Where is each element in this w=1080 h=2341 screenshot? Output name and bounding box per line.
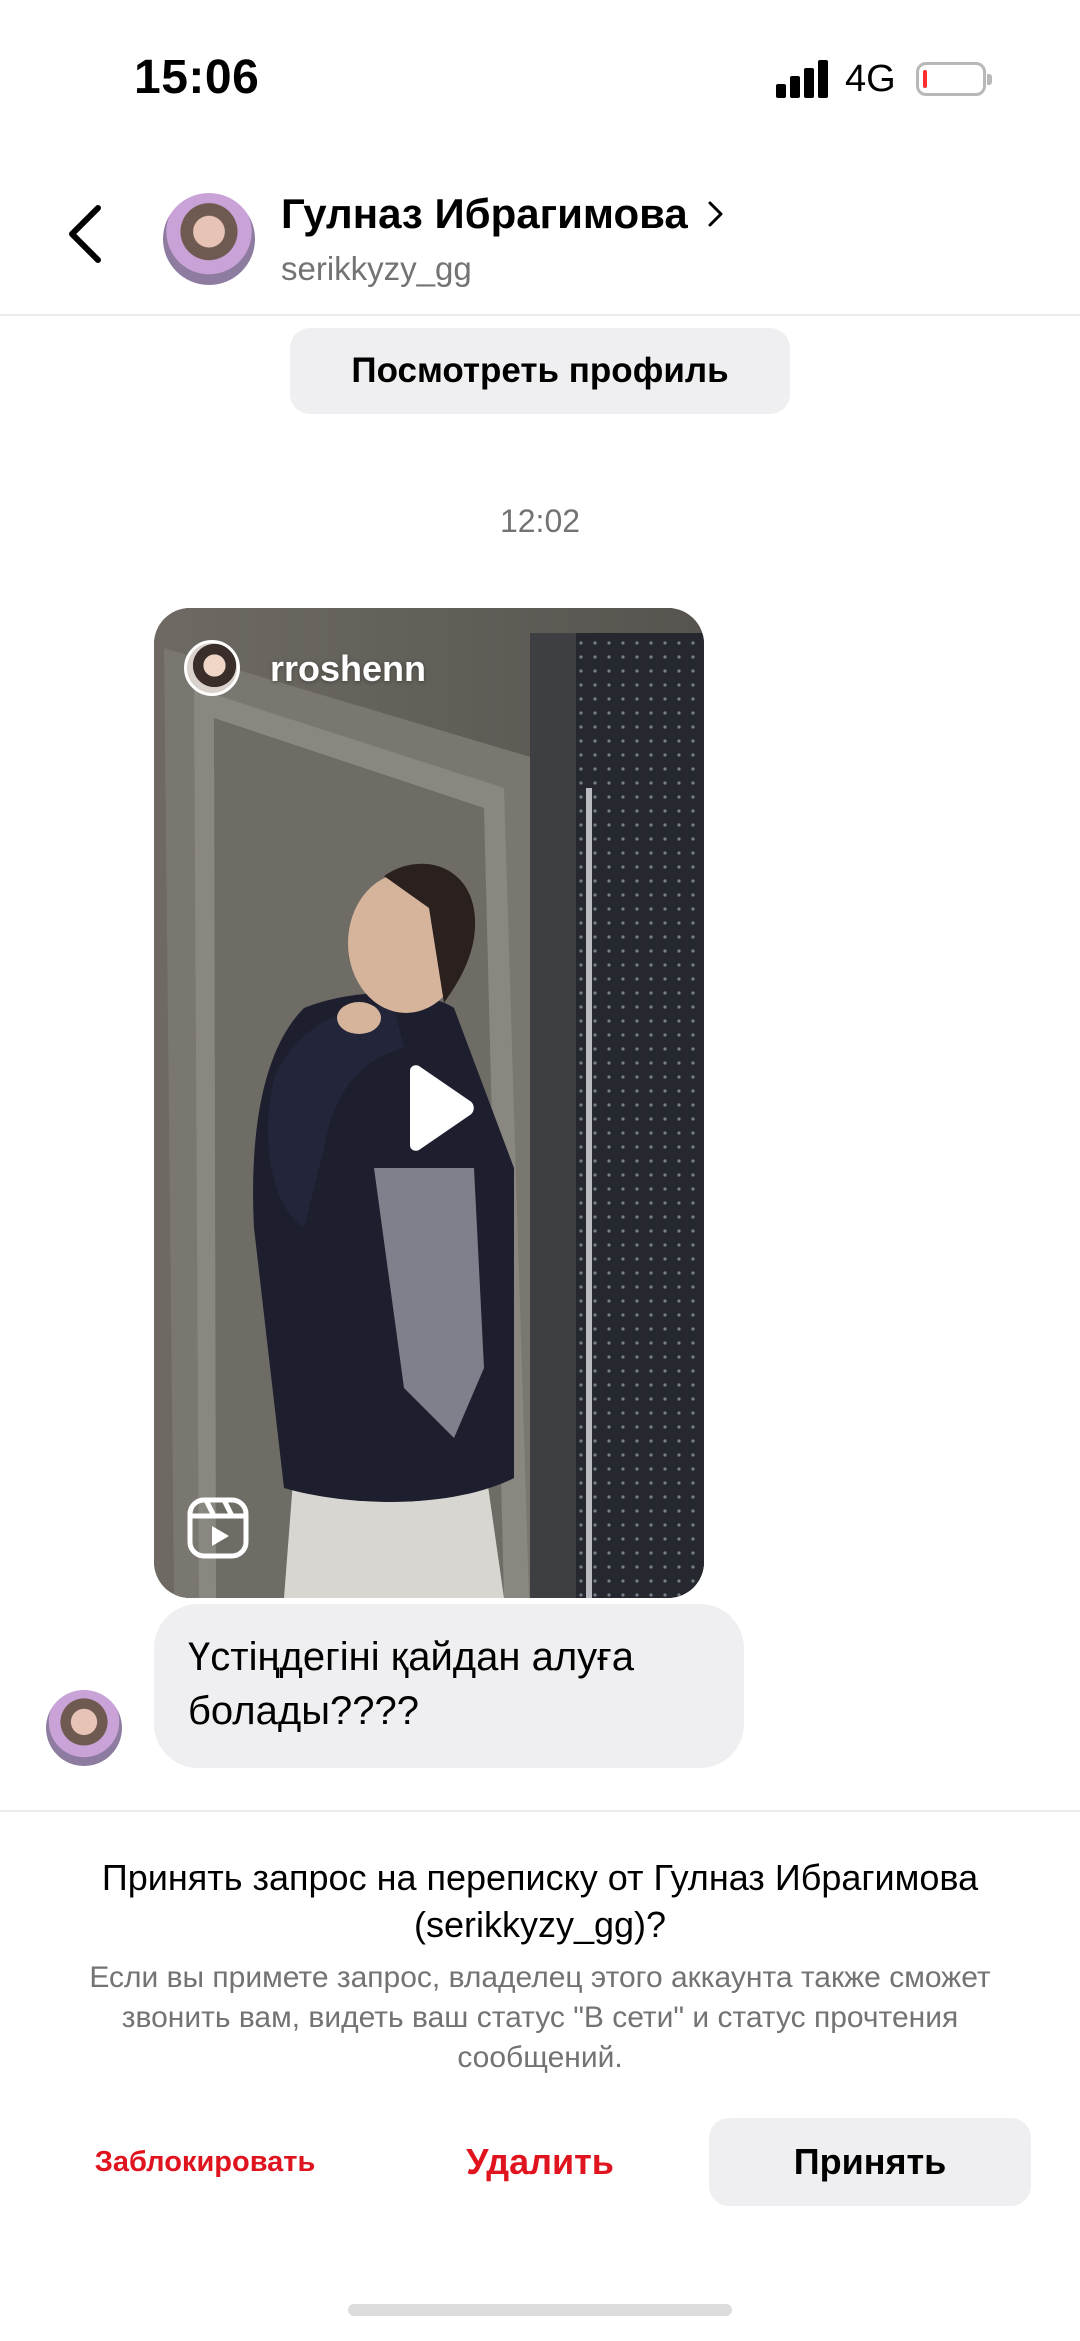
message-bubble[interactable]: Үстіңдегіні қайдан алуға болады???? [154,1604,744,1768]
chevron-left-icon[interactable] [58,202,118,266]
contact-name: Гулназ Ибрагимова [281,190,688,237]
status-time: 15:06 [134,51,260,104]
home-indicator[interactable] [348,2304,732,2316]
message-timestamp: 12:02 [499,503,581,539]
signal-icon [776,60,830,98]
view-profile-button[interactable]: Посмотреть профиль [290,328,790,414]
reels-icon [187,1497,249,1559]
contact-name-row[interactable]: Гулназ Ибрагимова [281,190,726,238]
accept-button[interactable]: Принять [709,2118,1031,2206]
battery-icon [916,62,992,96]
reel-author-avatar[interactable] [184,640,240,696]
sender-avatar[interactable] [46,1690,122,1766]
battery-level [923,70,927,88]
network-label: 4G [845,58,896,100]
delete-button[interactable]: Удалить [380,2118,700,2206]
message-request-panel: Принять запрос на переписку от Гулназ Иб… [0,1810,1080,2341]
request-title: Принять запрос на переписку от Гулназ Иб… [101,1857,979,1945]
status-bar: 15:06 4G [0,0,1080,150]
shared-reel[interactable]: rroshenn [154,608,704,1598]
play-icon[interactable] [398,1063,478,1153]
avatar[interactable] [163,193,255,285]
reel-author[interactable]: rroshenn [270,648,426,690]
request-description: Если вы примете запрос, владелец этого а… [89,1961,991,2074]
contact-username: serikkyzy_gg [281,250,472,287]
block-button[interactable]: Заблокировать [40,2118,370,2206]
chat-header: Гулназ Ибрагимова serikkyzy_gg [0,150,1080,316]
chevron-right-icon [708,201,723,227]
